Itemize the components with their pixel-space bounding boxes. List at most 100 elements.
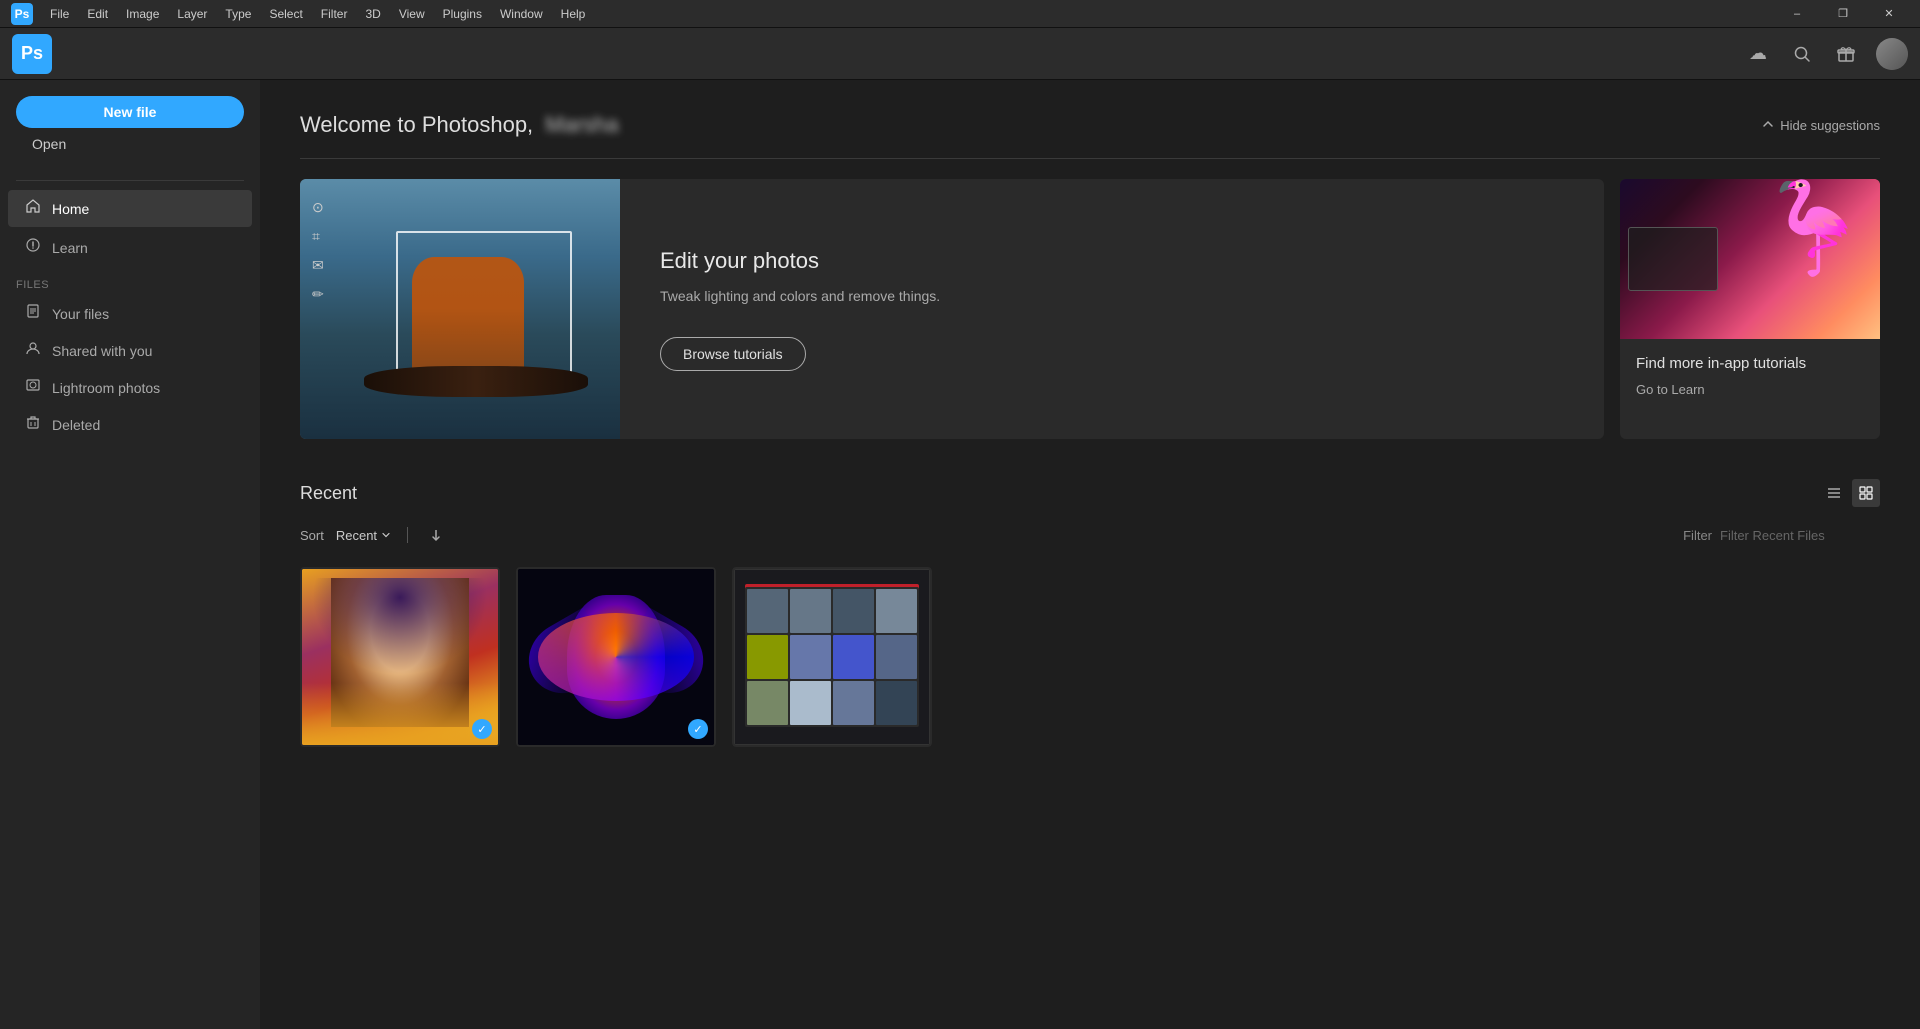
chevron-up-icon: [1762, 118, 1774, 133]
sidebar-item-your-files-label: Your files: [52, 306, 109, 322]
suggestion-cards: ⊙ ⌗ ✉ ✏ Edit your photos Tweak lighting …: [300, 179, 1880, 439]
app-logo: Ps: [12, 34, 52, 74]
face-6: [790, 635, 831, 679]
hair-shape: [312, 578, 488, 675]
sort-direction-button[interactable]: [424, 523, 448, 547]
menu-file[interactable]: File: [42, 5, 77, 23]
menu-edit[interactable]: Edit: [79, 5, 116, 23]
ps-logo-icon: Ps: [11, 3, 33, 25]
sidebar-item-shared[interactable]: Shared with you: [8, 333, 252, 368]
filter-input[interactable]: [1720, 528, 1880, 543]
sidebar-item-learn[interactable]: Learn: [8, 229, 252, 266]
ui-overlay: [1628, 227, 1718, 291]
sidebar-item-home[interactable]: Home: [8, 190, 252, 227]
thumbnail-3-image: [732, 567, 932, 747]
search-icon[interactable]: [1788, 40, 1816, 68]
menu-help[interactable]: Help: [553, 5, 594, 23]
lasso-icon: ⊙: [312, 199, 324, 216]
go-to-learn-link[interactable]: Go to Learn: [1636, 382, 1864, 397]
app-layout: New file Open Home Learn FILES: [0, 80, 1920, 1029]
selected-check-2: ✓: [688, 719, 708, 739]
learn-icon: [24, 237, 42, 258]
list-view-button[interactable]: [1820, 479, 1848, 507]
face-9: [747, 681, 788, 725]
browse-tutorials-button[interactable]: Browse tutorials: [660, 337, 806, 371]
lightroom-icon: [24, 378, 42, 397]
thumbnails-grid: ✓ ✓: [300, 567, 1880, 747]
edit-photos-desc: Tweak lighting and colors and remove thi…: [660, 286, 1564, 307]
sidebar-item-your-files[interactable]: Your files: [8, 296, 252, 331]
files-section-label: FILES: [0, 267, 260, 295]
hide-suggestions-button[interactable]: Hide suggestions: [1762, 118, 1880, 133]
envelope-icon: ✉: [312, 257, 324, 274]
sidebar-item-deleted[interactable]: Deleted: [8, 407, 252, 442]
tutorials-image: 🦩: [1620, 179, 1880, 339]
top-bar-actions: ☁: [1744, 38, 1908, 70]
artwork-portrait: [302, 569, 498, 745]
sidebar-item-lightroom-label: Lightroom photos: [52, 380, 160, 396]
welcome-username: Marsha: [545, 112, 618, 137]
view-toggles: [1820, 479, 1880, 507]
cloud-icon[interactable]: ☁: [1744, 40, 1772, 68]
face-2: [790, 589, 831, 633]
sidebar-item-shared-label: Shared with you: [52, 343, 152, 359]
edit-photos-card: ⊙ ⌗ ✉ ✏ Edit your photos Tweak lighting …: [300, 179, 1604, 439]
menu-view[interactable]: View: [391, 5, 433, 23]
menu-layer[interactable]: Layer: [169, 5, 215, 23]
menu-filter[interactable]: Filter: [313, 5, 356, 23]
tutorials-card: 🦩 Find more in-app tutorials Go to Learn: [1620, 179, 1880, 439]
thumbnail-3[interactable]: [732, 567, 932, 747]
close-button[interactable]: ✕: [1866, 0, 1912, 28]
edit-photos-image: ⊙ ⌗ ✉ ✏: [300, 179, 620, 439]
welcome-divider: [300, 158, 1880, 159]
crop-icon: ⌗: [312, 228, 324, 245]
flamingo-icon: 🦩: [1758, 184, 1870, 274]
menu-plugins[interactable]: Plugins: [435, 5, 490, 23]
trash-icon: [24, 415, 42, 434]
selected-check-1: ✓: [472, 719, 492, 739]
tool-icons: ⊙ ⌗ ✉ ✏: [312, 199, 324, 303]
home-icon: [24, 198, 42, 219]
new-file-button[interactable]: New file: [16, 96, 244, 128]
sidebar-item-learn-label: Learn: [52, 240, 88, 256]
grid-view-button[interactable]: [1852, 479, 1880, 507]
welcome-text: Welcome to Photoshop,: [300, 112, 533, 137]
canoe-background: ⊙ ⌗ ✉ ✏: [300, 179, 620, 439]
face-8: [876, 635, 917, 679]
menu-bar: Ps File Edit Image Layer Type Select Fil…: [0, 0, 1920, 28]
menu-type[interactable]: Type: [217, 5, 259, 23]
menu-3d[interactable]: 3D: [357, 5, 388, 23]
filter-label: Filter: [1683, 528, 1712, 543]
face-5: [747, 635, 788, 679]
sidebar-item-home-label: Home: [52, 201, 89, 217]
minimize-button[interactable]: –: [1774, 0, 1820, 28]
open-link[interactable]: Open: [16, 128, 244, 160]
thumbnail-2-image: ✓: [516, 567, 716, 747]
thumbnail-1-image: ✓: [300, 567, 500, 747]
welcome-section: Welcome to Photoshop, Marsha Hide sugges…: [300, 112, 1880, 138]
thumbnail-2[interactable]: ✓: [516, 567, 716, 747]
face-12: [876, 681, 917, 725]
face-11: [833, 681, 874, 725]
app-logo-small: Ps: [8, 0, 36, 28]
recent-title: Recent: [300, 483, 357, 504]
sort-dropdown[interactable]: Recent: [336, 528, 391, 543]
maximize-button[interactable]: ❐: [1820, 0, 1866, 28]
sidebar: New file Open Home Learn FILES: [0, 80, 260, 1029]
tutorials-title: Find more in-app tutorials: [1636, 355, 1864, 372]
sidebar-item-lightroom[interactable]: Lightroom photos: [8, 370, 252, 405]
menu-select[interactable]: Select: [261, 5, 310, 23]
tutorials-body: Find more in-app tutorials Go to Learn: [1620, 339, 1880, 413]
menu-image[interactable]: Image: [118, 5, 167, 23]
face-7: [833, 635, 874, 679]
avatar[interactable]: [1876, 38, 1908, 70]
face-4: [876, 589, 917, 633]
sidebar-item-deleted-label: Deleted: [52, 417, 100, 433]
face-10: [790, 681, 831, 725]
thumbnail-1[interactable]: ✓: [300, 567, 500, 747]
ps-logo-large: Ps: [21, 43, 43, 64]
hide-suggestions-label: Hide suggestions: [1780, 118, 1880, 133]
sort-option-label: Recent: [336, 528, 377, 543]
menu-window[interactable]: Window: [492, 5, 551, 23]
gift-icon[interactable]: [1832, 40, 1860, 68]
